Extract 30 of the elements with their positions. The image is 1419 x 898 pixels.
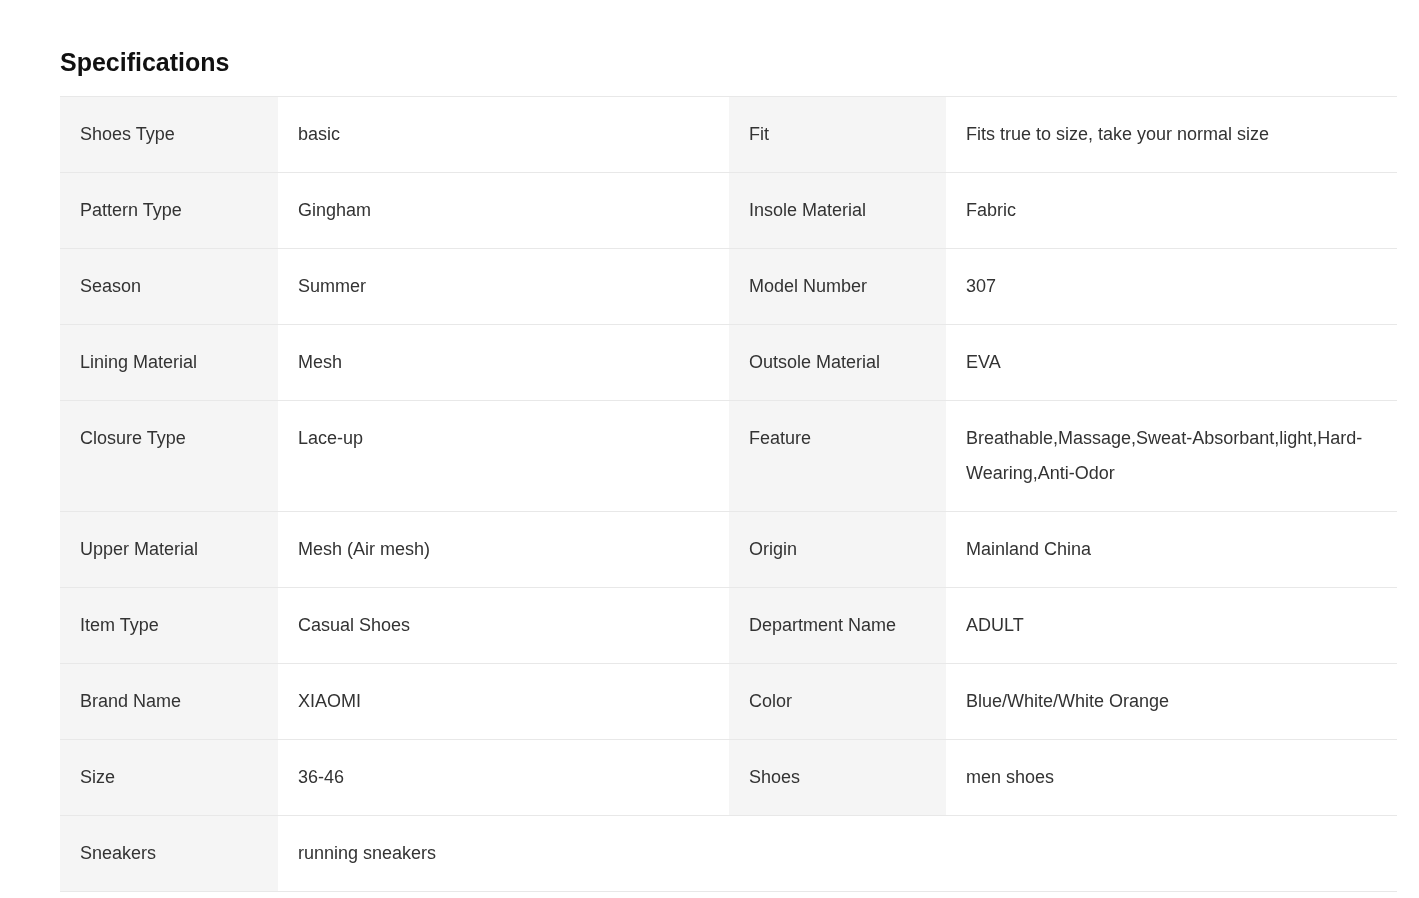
- spec-value: men shoes: [946, 740, 1397, 816]
- spec-label: Lining Material: [60, 325, 278, 401]
- spec-label: Fit: [729, 97, 946, 173]
- spec-label: Color: [729, 664, 946, 740]
- spec-label: Season: [60, 249, 278, 325]
- section-title: Specifications: [60, 47, 231, 78]
- spec-label: Outsole Material: [729, 325, 946, 401]
- spec-value: Fits true to size, take your normal size: [946, 97, 1397, 173]
- spec-label: Department Name: [729, 588, 946, 664]
- spec-label: Shoes: [729, 740, 946, 816]
- spec-label: Shoes Type: [60, 97, 278, 173]
- spec-label: Upper Material: [60, 512, 278, 588]
- spec-value: running sneakers: [278, 816, 729, 892]
- spec-value: Fabric: [946, 173, 1397, 249]
- spec-value: Blue/White/White Orange: [946, 664, 1397, 740]
- spec-label: Insole Material: [729, 173, 946, 249]
- spec-label: Closure Type: [60, 401, 278, 512]
- spec-value: Mainland China: [946, 512, 1397, 588]
- spec-label: Pattern Type: [60, 173, 278, 249]
- spec-value: 307: [946, 249, 1397, 325]
- spec-label: Origin: [729, 512, 946, 588]
- spec-value: Breathable,Massage,Sweat-Absorbant,light,Hard-Wearing,Anti-Odor: [946, 401, 1397, 512]
- spec-label: Sneakers: [60, 816, 278, 892]
- spec-label: Model Number: [729, 249, 946, 325]
- spec-label: Feature: [729, 401, 946, 512]
- spec-label: Size: [60, 740, 278, 816]
- spec-label: Item Type: [60, 588, 278, 664]
- spec-value: ADULT: [946, 588, 1397, 664]
- spec-value: EVA: [946, 325, 1397, 401]
- spec-label: Brand Name: [60, 664, 278, 740]
